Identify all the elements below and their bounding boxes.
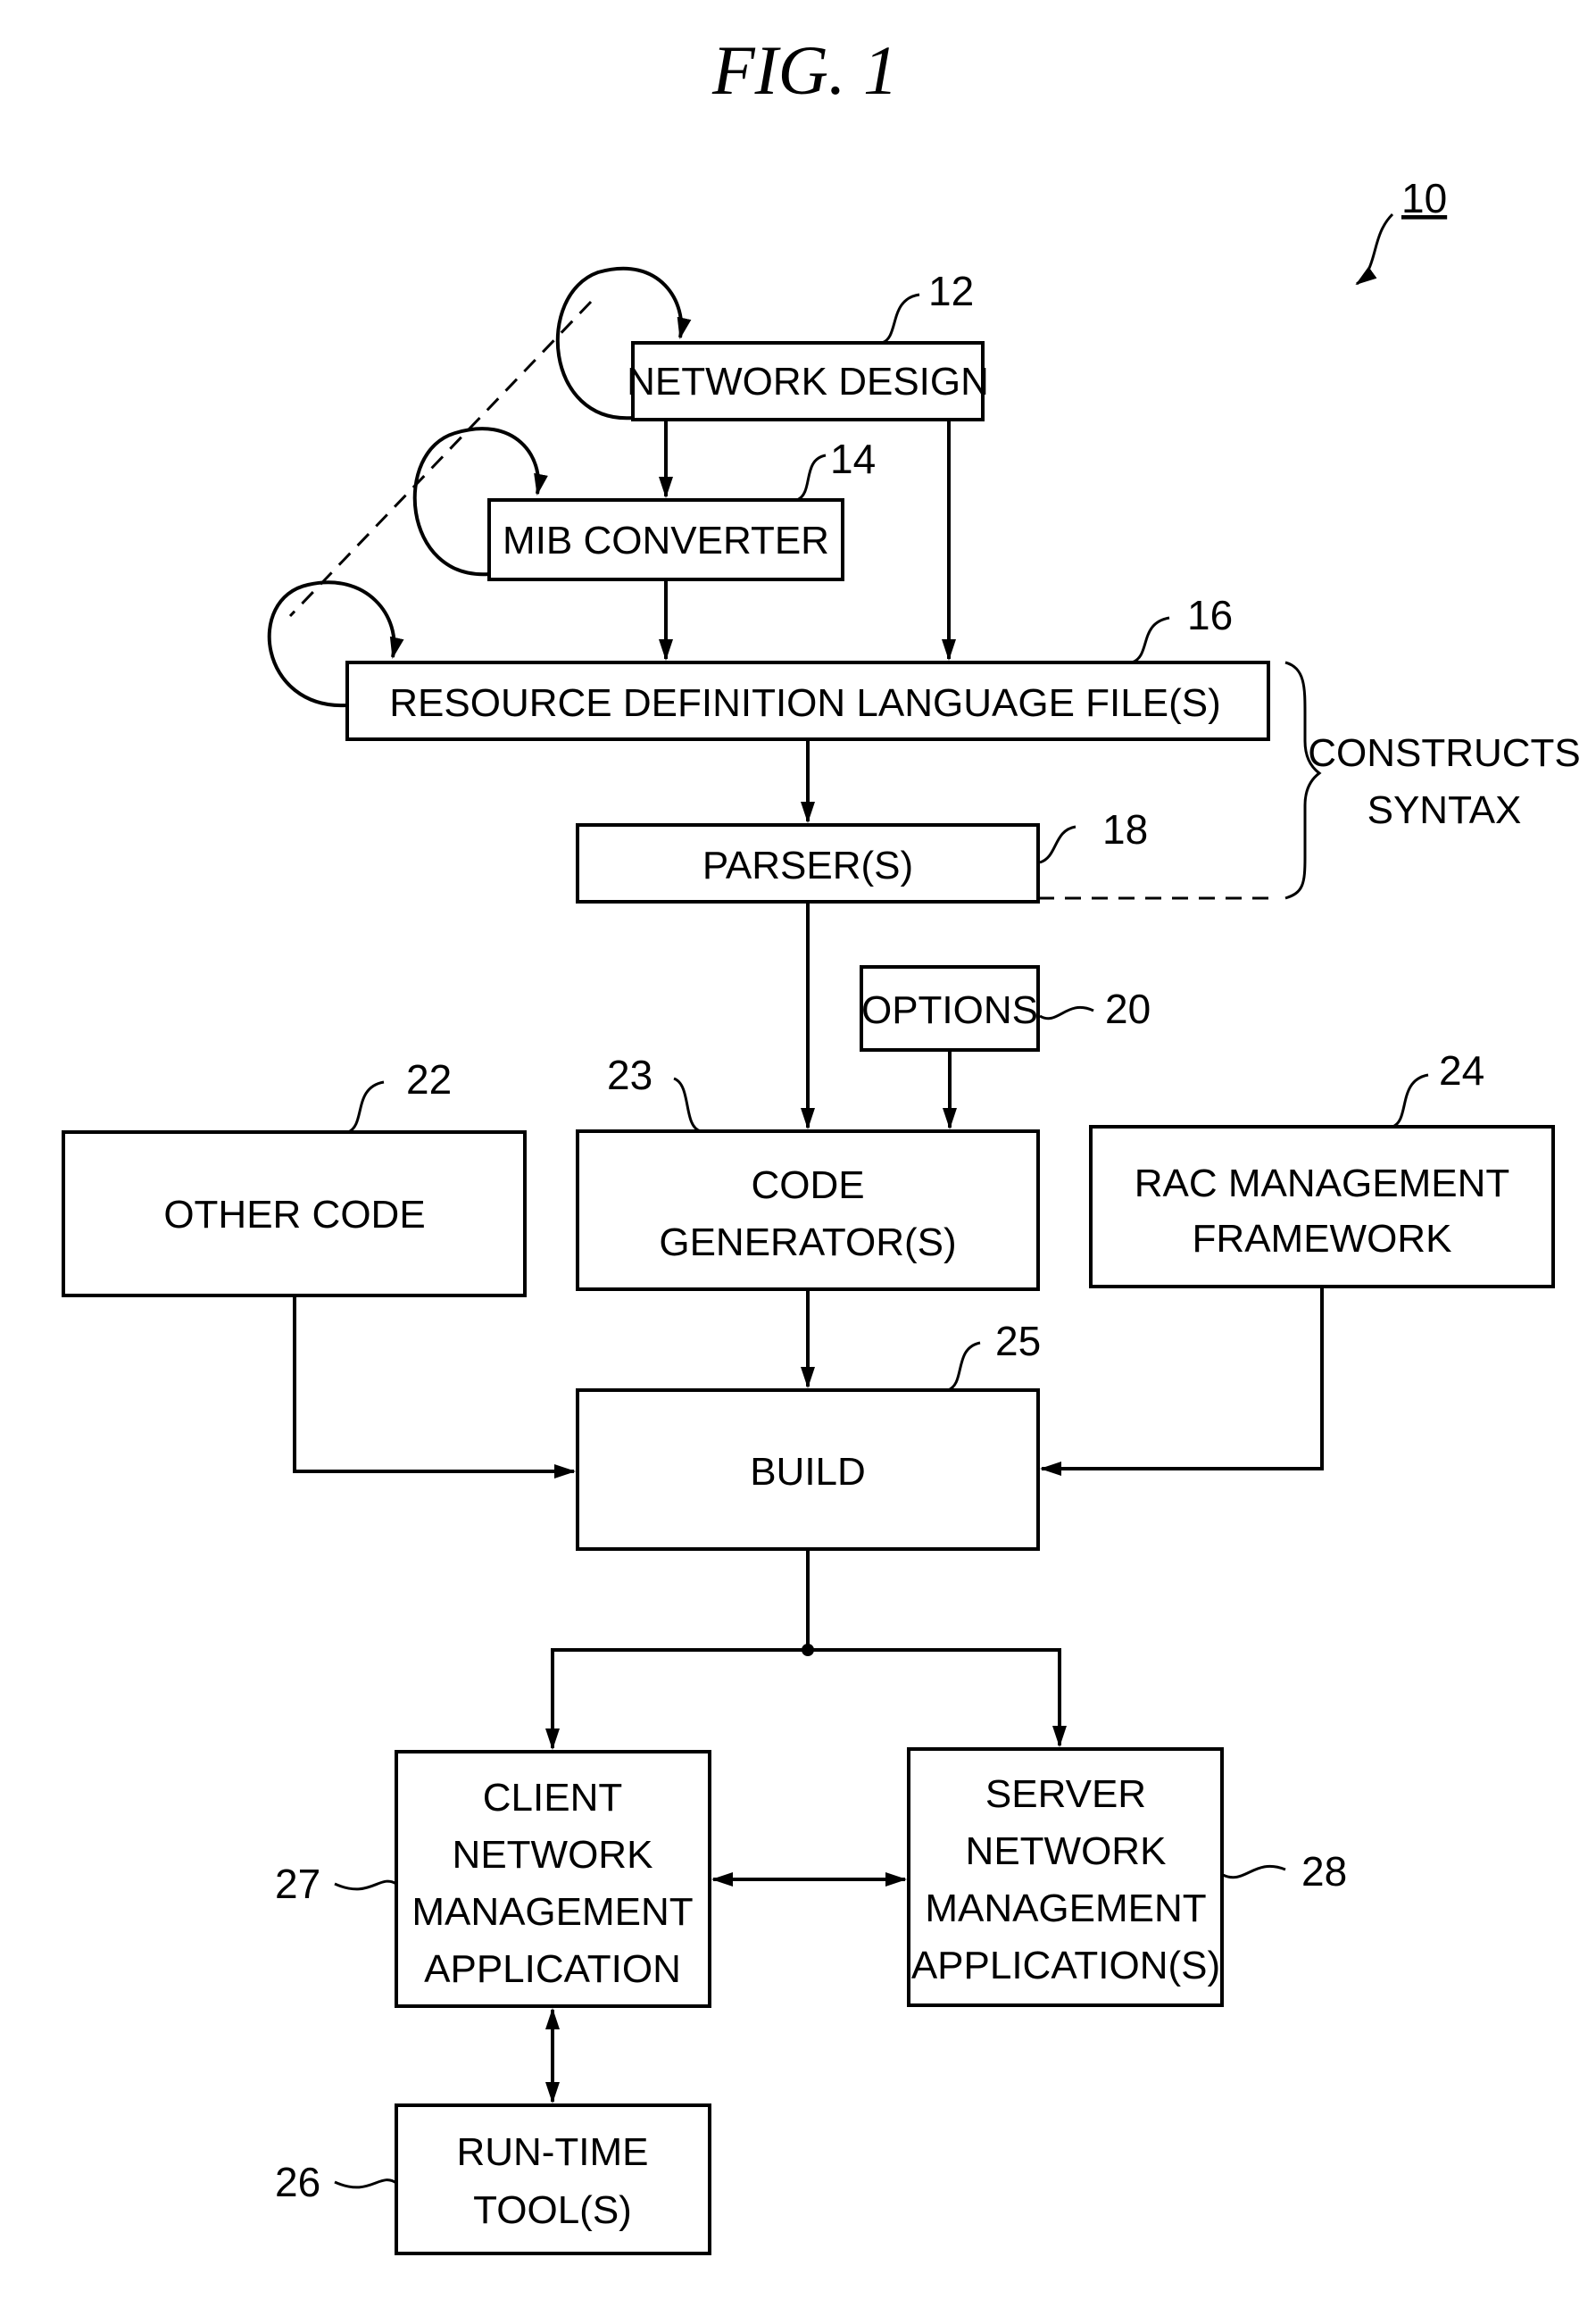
ref-leader bbox=[1222, 1864, 1286, 1879]
node-label-line2: FRAMEWORK bbox=[1193, 1217, 1452, 1261]
node-options: OPTIONS 20 bbox=[860, 965, 1151, 1052]
ref-leader bbox=[947, 1341, 981, 1392]
ref-number: 25 bbox=[995, 1318, 1041, 1364]
node-label-line1: RAC MANAGEMENT bbox=[1135, 1162, 1509, 1205]
ref-number: 16 bbox=[1187, 592, 1233, 638]
brace-label-line2: SYNTAX bbox=[1367, 788, 1522, 832]
ref-leader bbox=[334, 2178, 397, 2189]
node-label: BUILD bbox=[750, 1450, 866, 1494]
node-label-line1: SERVER bbox=[985, 1772, 1146, 1816]
node-server-app: SERVER NETWORK MANAGEMENT APPLICATION(S)… bbox=[907, 1747, 1347, 2007]
node-label-line2: TOOL(S) bbox=[473, 2188, 632, 2232]
system-reference: 10 bbox=[1355, 175, 1447, 286]
ref-leader bbox=[347, 1080, 385, 1134]
ref-number: 23 bbox=[607, 1052, 653, 1098]
ref-leader bbox=[796, 454, 827, 502]
ref-leader bbox=[881, 293, 920, 345]
ref-number: 20 bbox=[1105, 986, 1151, 1032]
figure-title: FIG. 1 bbox=[711, 31, 898, 109]
ref-leader bbox=[1392, 1073, 1429, 1129]
node-network-design: NETWORK DESIGN 12 bbox=[555, 266, 989, 421]
ref-number: 22 bbox=[406, 1056, 452, 1103]
node-label-line4: APPLICATION(S) bbox=[911, 1944, 1220, 1987]
node-parsers: PARSER(S) 18 bbox=[576, 806, 1276, 904]
node-rdl-files: RESOURCE DEFINITION LANGUAGE FILE(S) 16 bbox=[267, 580, 1270, 741]
ref-number: 26 bbox=[275, 2159, 320, 2205]
node-label: NETWORK DESIGN bbox=[627, 360, 989, 404]
node-runtime-tools: RUN-TIME TOOL(S) 26 bbox=[275, 2103, 711, 2255]
node-client-app: CLIENT NETWORK MANAGEMENT APPLICATION 27 bbox=[275, 1750, 711, 2008]
edge-rac-to-build bbox=[1040, 1287, 1324, 1476]
node-label: MIB CONVERTER bbox=[503, 519, 829, 562]
node-label: OTHER CODE bbox=[163, 1193, 425, 1237]
node-label-line2: GENERATOR(S) bbox=[659, 1220, 956, 1264]
ref-number: 24 bbox=[1439, 1047, 1484, 1094]
node-other-code: OTHER CODE 22 bbox=[62, 1056, 527, 1297]
brace-label-line1: CONSTRUCTS bbox=[1308, 731, 1581, 775]
ref-number: 27 bbox=[275, 1861, 320, 1907]
node-label: OPTIONS bbox=[861, 988, 1038, 1032]
ref-number: 18 bbox=[1102, 806, 1148, 853]
edge-build-to-client bbox=[545, 1648, 808, 1750]
ref-number: 12 bbox=[928, 268, 974, 314]
node-label-line1: CODE bbox=[751, 1163, 864, 1207]
system-ref-label: 10 bbox=[1401, 175, 1447, 221]
ref-leader bbox=[1131, 616, 1170, 664]
node-label-line2: NETWORK bbox=[453, 1833, 653, 1877]
patent-figure: FIG. 1 10 NETWORK DESIGN 12 MIB CONVERTE… bbox=[62, 31, 1581, 2255]
node-label-line3: MANAGEMENT bbox=[411, 1890, 693, 1934]
ref-leader bbox=[673, 1077, 702, 1133]
node-label: RESOURCE DEFINITION LANGUAGE FILE(S) bbox=[389, 681, 1220, 725]
ref-number: 14 bbox=[830, 436, 876, 482]
node-label-line3: MANAGEMENT bbox=[925, 1887, 1206, 1930]
node-label-line1: RUN-TIME bbox=[456, 2130, 648, 2174]
system-ref-arrow bbox=[1355, 212, 1394, 286]
brace-icon bbox=[1284, 661, 1322, 900]
node-label-line2: NETWORK bbox=[966, 1829, 1167, 1873]
node-label-line4: APPLICATION bbox=[424, 1947, 681, 1991]
edge-othercode-to-build bbox=[293, 1295, 576, 1479]
edge-build-to-server bbox=[808, 1648, 1067, 1747]
node-label: PARSER(S) bbox=[702, 844, 913, 887]
ref-number: 28 bbox=[1301, 1848, 1347, 1895]
node-label-line1: CLIENT bbox=[483, 1776, 622, 1820]
node-rac-framework: RAC MANAGEMENT FRAMEWORK 24 bbox=[1089, 1047, 1555, 1288]
constructs-syntax-brace: CONSTRUCTS SYNTAX bbox=[1284, 661, 1581, 900]
ref-leader bbox=[334, 1879, 397, 1891]
node-mib-converter: MIB CONVERTER 14 bbox=[412, 427, 876, 581]
ref-leader bbox=[1039, 825, 1076, 864]
ref-leader bbox=[1039, 1005, 1094, 1020]
